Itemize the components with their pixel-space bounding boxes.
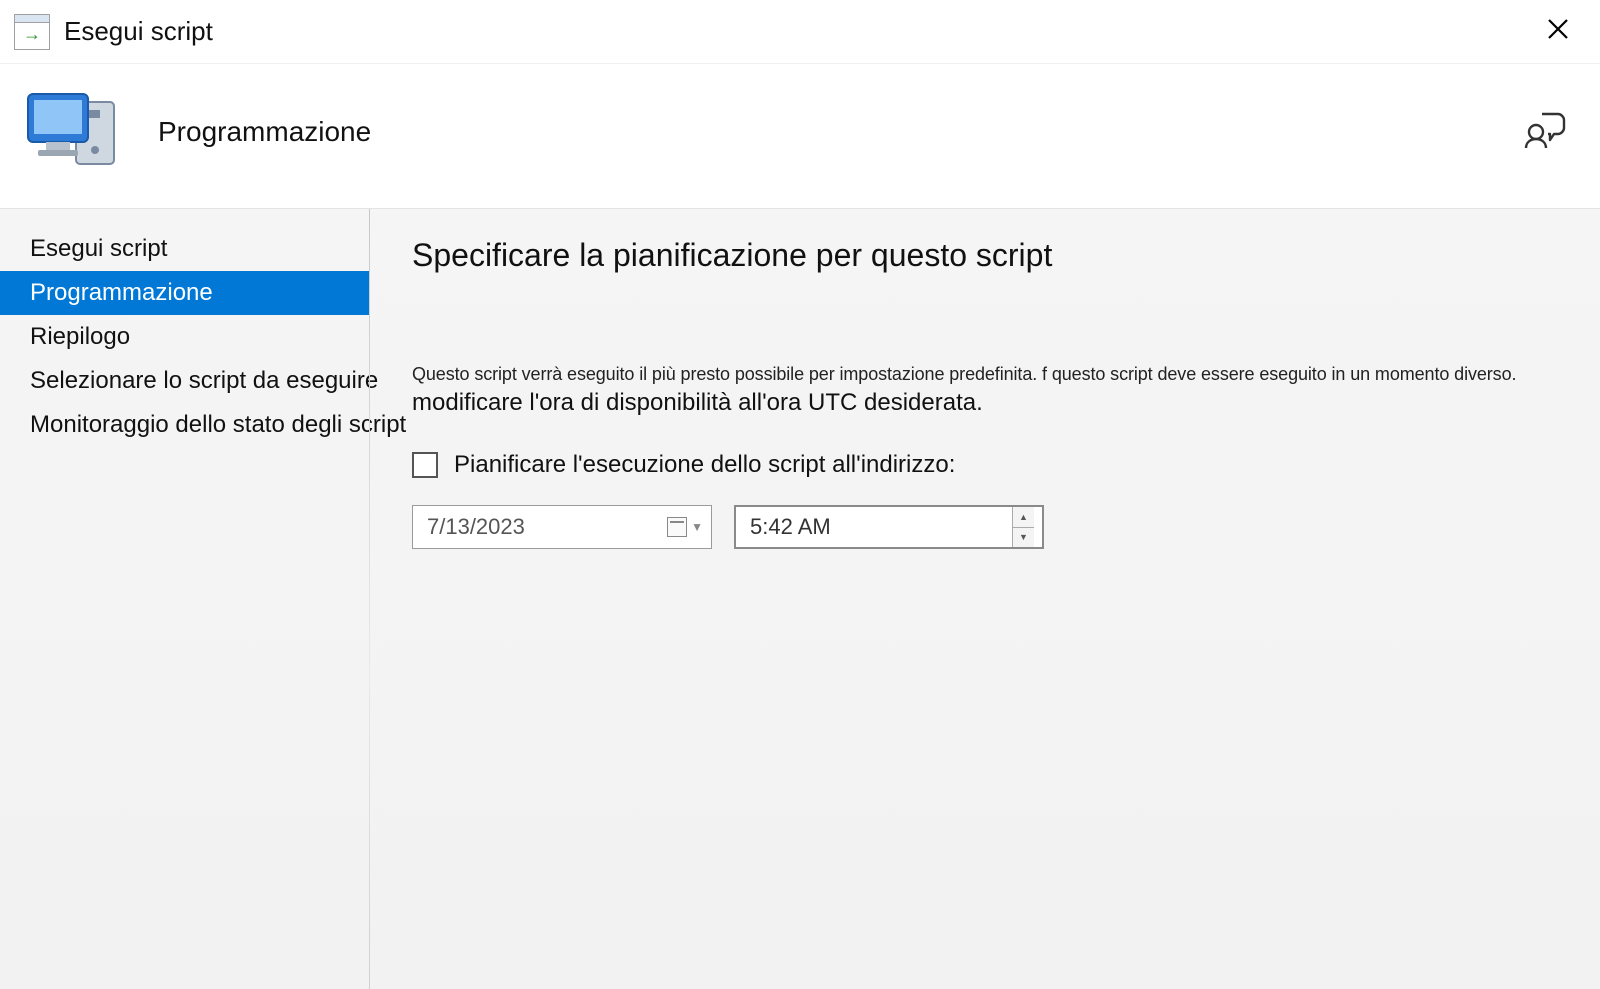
description-line-1: Questo script verrà eseguito il più pres… bbox=[412, 364, 1558, 385]
schedule-checkbox-row: Pianificare l'esecuzione dello script al… bbox=[412, 451, 1558, 479]
page-title: Programmazione bbox=[158, 116, 371, 148]
time-value: 5:42 AM bbox=[750, 514, 1012, 540]
sidebar: Esegui script Programmazione Riepilogo S… bbox=[0, 209, 370, 989]
schedule-checkbox[interactable] bbox=[412, 452, 438, 478]
run-arrow-icon: → bbox=[23, 25, 41, 43]
spinner-down-icon[interactable]: ▼ bbox=[1013, 528, 1034, 548]
date-value: 7/13/2023 bbox=[427, 514, 667, 540]
calendar-icon bbox=[667, 517, 687, 537]
wizard-body: Esegui script Programmazione Riepilogo S… bbox=[0, 208, 1600, 989]
nav-item-esegui-script[interactable]: Esegui script bbox=[0, 227, 369, 271]
spinner-up-icon[interactable]: ▲ bbox=[1013, 507, 1034, 528]
date-field[interactable]: 7/13/2023 ▼ bbox=[412, 505, 712, 549]
schedule-checkbox-label: Pianificare l'esecuzione dello script al… bbox=[454, 451, 955, 479]
wizard-header: Programmazione bbox=[0, 64, 1600, 208]
description-line-2: modificare l'ora di disponibilità all'or… bbox=[412, 389, 1558, 417]
nav-item-riepilogo[interactable]: Riepilogo bbox=[0, 315, 369, 359]
content-heading: Specificare la pianificazione per questo… bbox=[412, 237, 1558, 274]
nav-label: Riepilogo bbox=[30, 323, 130, 350]
chevron-down-icon: ▼ bbox=[691, 520, 703, 534]
nav-item-select-script[interactable]: Selezionare lo script da eseguire bbox=[0, 359, 369, 403]
time-spinner[interactable]: ▲ ▼ bbox=[1012, 507, 1034, 547]
window-title: Esegui script bbox=[64, 16, 213, 47]
close-button[interactable] bbox=[1536, 11, 1580, 53]
content-panel: Specificare la pianificazione per questo… bbox=[370, 209, 1600, 989]
date-picker-trigger[interactable]: ▼ bbox=[667, 517, 703, 537]
nav-label: Selezionare lo script da eseguire bbox=[30, 367, 378, 394]
datetime-fields: 7/13/2023 ▼ 5:42 AM ▲ ▼ bbox=[412, 505, 1558, 549]
nav-label: Monitoraggio dello stato degli script bbox=[30, 411, 406, 438]
nav-item-programmazione[interactable]: Programmazione bbox=[0, 271, 369, 315]
computer-icon bbox=[18, 82, 128, 182]
time-field[interactable]: 5:42 AM ▲ ▼ bbox=[734, 505, 1044, 549]
feedback-icon[interactable] bbox=[1522, 106, 1570, 159]
close-icon bbox=[1546, 17, 1570, 41]
nav-label: Programmazione bbox=[30, 279, 213, 306]
app-icon: → bbox=[14, 14, 50, 50]
titlebar: → Esegui script bbox=[0, 0, 1600, 64]
nav-item-monitoring[interactable]: Monitoraggio dello stato degli script bbox=[0, 403, 369, 447]
nav-label: Esegui script bbox=[30, 235, 167, 262]
